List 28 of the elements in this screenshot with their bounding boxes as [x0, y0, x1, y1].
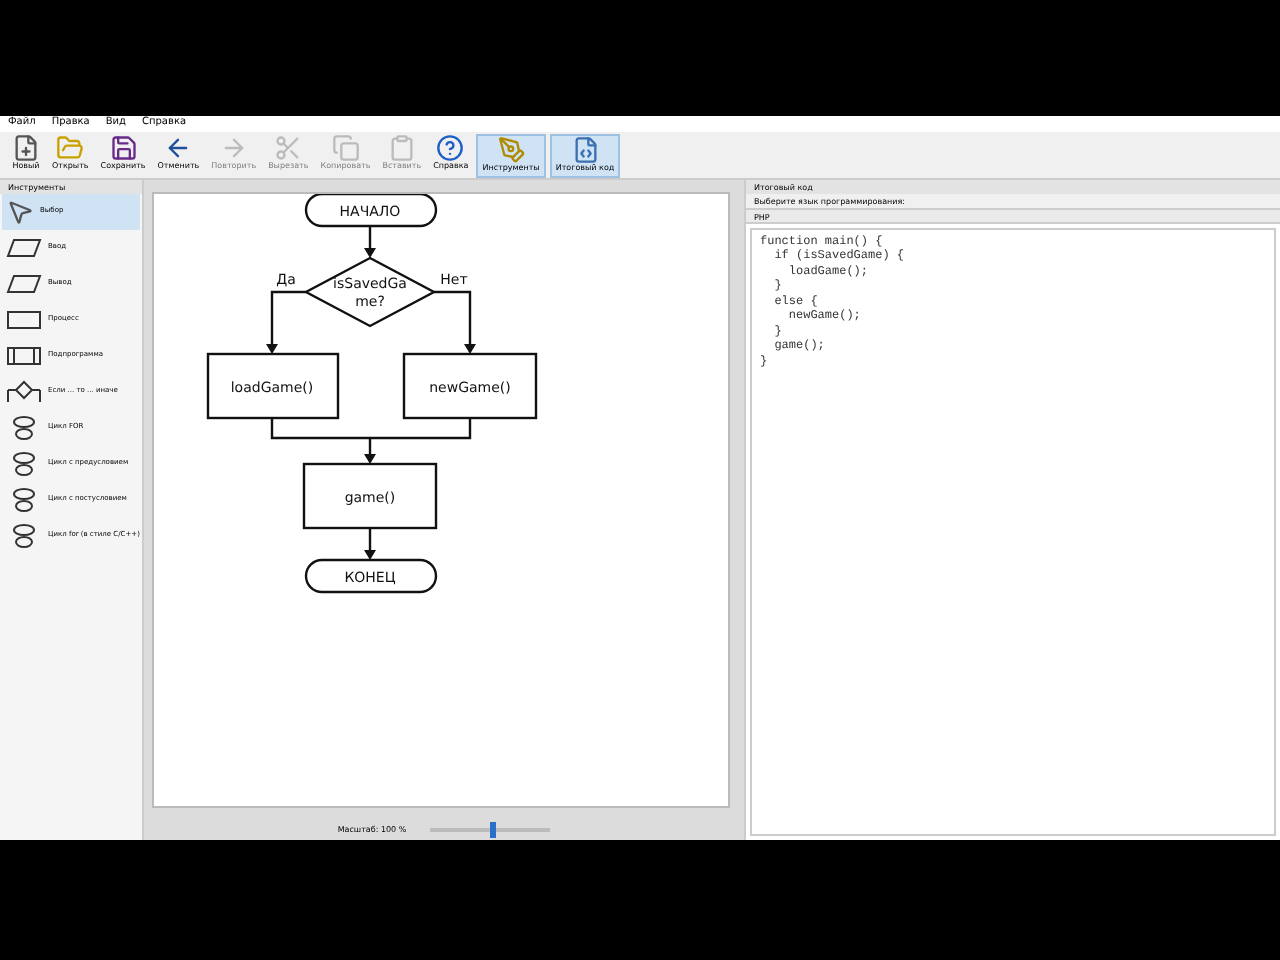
diamond-icon — [6, 379, 42, 404]
save-icon — [109, 133, 138, 162]
slider-thumb[interactable] — [490, 821, 497, 838]
parallelogram-icon — [6, 271, 42, 296]
pointer-icon — [6, 197, 34, 226]
subroutine-icon — [6, 343, 42, 368]
connector-arrow — [364, 437, 376, 464]
rectangle-icon — [6, 307, 42, 332]
cut-icon — [274, 133, 303, 162]
undo-icon — [164, 133, 193, 162]
help-icon — [436, 133, 465, 162]
connector-arrow — [364, 527, 376, 560]
paste-icon — [387, 133, 416, 162]
redo-icon — [219, 133, 248, 162]
parallelogram-icon — [6, 235, 42, 260]
process-block — [206, 352, 340, 419]
zoom-slider[interactable] — [430, 827, 551, 832]
copy-icon — [331, 133, 360, 162]
code-icon — [571, 135, 600, 164]
connector-arrow — [434, 290, 476, 354]
connector-arrow — [364, 225, 376, 258]
decision-diamond — [303, 255, 437, 327]
end-terminator — [304, 558, 438, 593]
open-icon — [56, 133, 85, 162]
process-block — [402, 352, 538, 419]
connector-arrow — [266, 290, 306, 354]
new-icon — [12, 133, 40, 162]
process-block — [302, 462, 438, 529]
